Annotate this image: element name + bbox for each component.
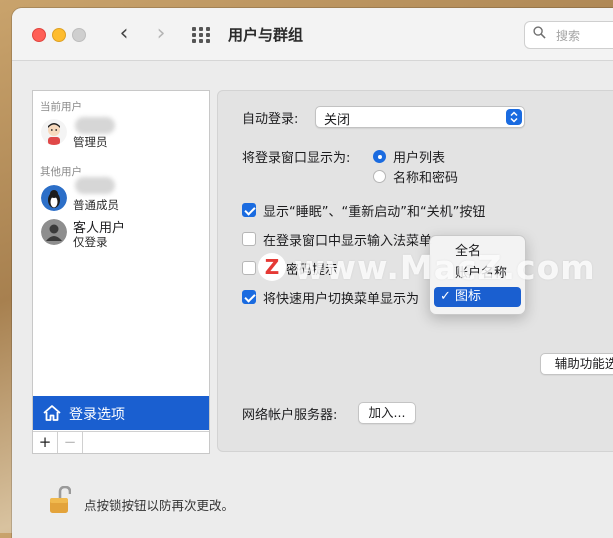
sidebar-toolbar: + − xyxy=(33,431,209,454)
menu-item-icon-label: 图标 xyxy=(455,289,482,304)
search-field[interactable]: 搜索 xyxy=(524,21,613,49)
current-user-item[interactable]: 管理员 xyxy=(41,117,201,149)
auto-login-value: 关闭 xyxy=(324,113,351,128)
accessibility-options-button[interactable]: 辅助功能选 xyxy=(540,353,613,375)
close-window-button[interactable] xyxy=(32,28,46,42)
watermark-logo-icon: Z xyxy=(258,253,286,281)
user-list-radio[interactable] xyxy=(373,150,386,163)
penguin-avatar-icon xyxy=(41,185,67,211)
checkmark-icon: ✓ xyxy=(440,289,451,304)
minimize-window-button[interactable] xyxy=(52,28,66,42)
window-title: 用户与群组 xyxy=(228,26,304,44)
zoom-window-button[interactable] xyxy=(72,28,86,42)
current-user-role: 管理员 xyxy=(73,135,108,149)
auto-login-label: 自动登录: xyxy=(242,112,299,127)
user-list-label: 用户列表 xyxy=(393,151,446,166)
redacted-name xyxy=(75,177,115,194)
forward-chevron-icon[interactable]: › xyxy=(151,22,171,46)
other-user-role: 普通成员 xyxy=(73,198,119,212)
input-menu-checkbox[interactable] xyxy=(242,232,256,246)
lock-hint-text: 点按锁按钮以防再次更改。 xyxy=(84,498,235,513)
login-options-label: 登录选项 xyxy=(69,407,125,423)
user-avatar-icon xyxy=(41,119,67,145)
show-all-grid-icon[interactable] xyxy=(192,27,214,43)
network-server-label: 网络帐户服务器: xyxy=(242,408,338,423)
users-sidebar: 当前用户 管理员 其他用户 普通成员 客人用户 仅登录 登录选项 + − xyxy=(32,90,210,454)
guest-avatar-icon xyxy=(41,219,67,245)
menu-item-icon[interactable]: ✓ 图标 xyxy=(434,287,521,307)
house-icon xyxy=(43,405,61,421)
back-chevron-icon[interactable]: ‹ xyxy=(114,22,134,46)
show-power-buttons-label: 显示“睡眠”、“重新启动”和“关机”按钮 xyxy=(263,205,486,220)
password-hints-checkbox[interactable] xyxy=(242,261,256,275)
title-bar: ‹ › 用户与群组 搜索 xyxy=(12,8,613,61)
fast-user-switch-label: 将快速用户切换菜单显示为 xyxy=(263,292,420,307)
redacted-name xyxy=(75,117,115,134)
guest-user-role: 仅登录 xyxy=(73,235,108,249)
auto-login-select[interactable]: 关闭 xyxy=(315,106,525,128)
input-menu-label: 在登录窗口中显示输入法菜单 xyxy=(263,234,433,249)
show-power-buttons-checkbox[interactable] xyxy=(242,203,256,217)
fast-user-switch-checkbox[interactable] xyxy=(242,290,256,304)
other-user-item[interactable]: 普通成员 xyxy=(41,177,201,215)
other-users-label: 其他用户 xyxy=(40,166,82,178)
login-options-item[interactable]: 登录选项 xyxy=(33,396,209,430)
add-user-button[interactable]: + xyxy=(33,432,58,453)
watermark-text: www.MacZ.com xyxy=(294,248,596,287)
search-icon xyxy=(533,26,546,39)
unlocked-lock-icon[interactable] xyxy=(49,486,71,514)
name-password-label: 名称和密码 xyxy=(393,171,459,186)
display-window-label: 将登录窗口显示为: xyxy=(242,151,351,166)
join-button[interactable]: 加入... xyxy=(358,402,416,424)
name-password-radio[interactable] xyxy=(373,170,386,183)
guest-user-item[interactable]: 客人用户 仅登录 xyxy=(41,219,201,249)
updown-arrows-icon xyxy=(506,109,522,125)
current-users-label: 当前用户 xyxy=(40,101,82,113)
search-placeholder: 搜索 xyxy=(556,29,581,43)
remove-user-button[interactable]: − xyxy=(58,432,83,453)
